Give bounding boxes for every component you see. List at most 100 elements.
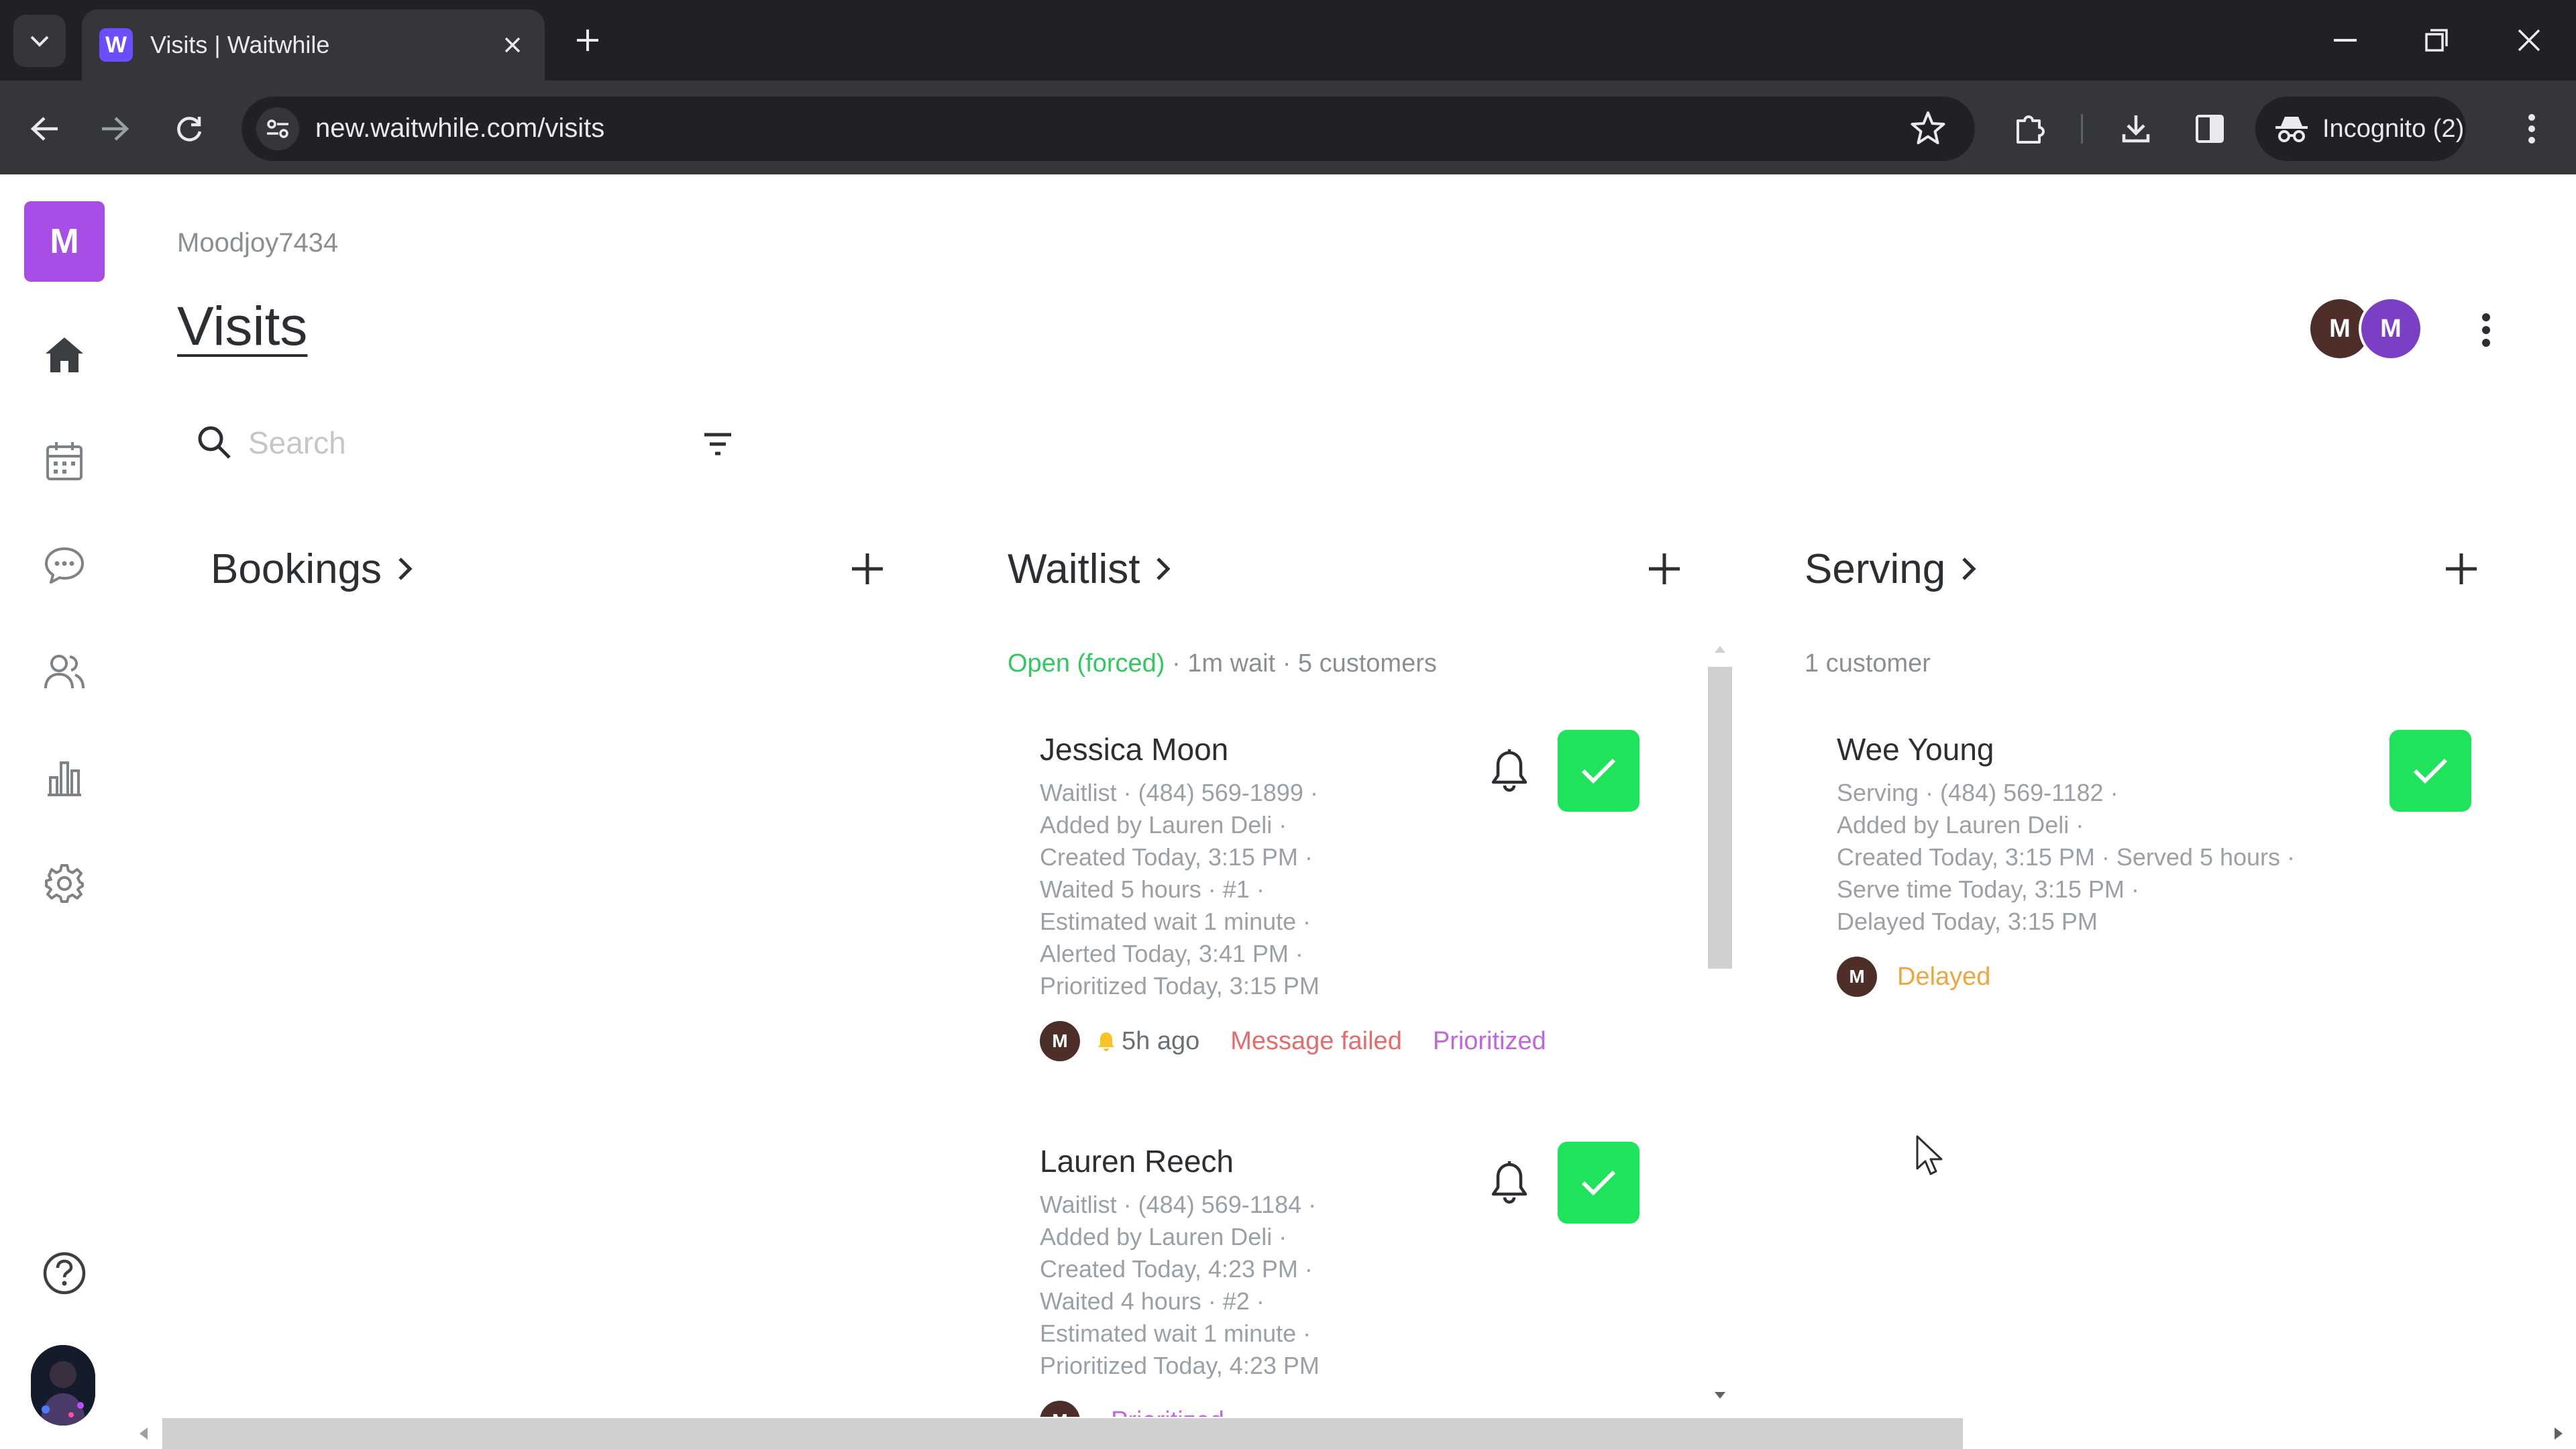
page-more-button[interactable] — [2466, 303, 2506, 357]
visit-meta-row: M 5h ago Message failed Prioritized — [1040, 1021, 1546, 1061]
staff-avatars[interactable]: M M — [2308, 297, 2428, 361]
sidebar-item-calendar[interactable] — [38, 434, 91, 488]
scroll-up-icon[interactable] — [1713, 645, 1727, 654]
visit-meta-row: M Delayed — [1837, 957, 2295, 997]
waitlist-status[interactable]: Open (forced) — [1008, 649, 1165, 678]
side-panel-button[interactable] — [2188, 107, 2231, 150]
org-avatar-button[interactable]: M — [24, 201, 105, 282]
waitlist-column-header[interactable]: Waitlist — [1008, 537, 1172, 601]
tab-close-button[interactable] — [498, 30, 527, 60]
user-profile-avatar[interactable] — [31, 1345, 95, 1426]
search-input[interactable] — [247, 416, 649, 470]
scroll-left-icon[interactable] — [138, 1426, 149, 1441]
add-to-waitlist-button[interactable] — [1640, 545, 1688, 593]
extensions-button[interactable] — [2008, 107, 2051, 150]
incognito-label: Incognito (2) — [2322, 114, 2465, 143]
profile-picture-icon — [31, 1345, 95, 1426]
bell-icon — [1491, 749, 1527, 792]
sidebar-item-messages[interactable] — [38, 539, 91, 592]
prioritized-tag: Prioritized — [1111, 1407, 1224, 1417]
visit-detail: Prioritized Today, 3:15 PM — [1040, 972, 1320, 1000]
incognito-icon — [2275, 117, 2308, 142]
downloads-button[interactable] — [2114, 107, 2157, 150]
help-icon — [43, 1252, 86, 1295]
search-bar — [188, 416, 738, 470]
bookings-title: Bookings — [211, 545, 382, 592]
visit-detail: Waited 5 hours · #1 · — [1040, 875, 1265, 903]
chevron-right-icon — [1157, 557, 1171, 580]
restore-icon — [2425, 29, 2448, 52]
close-icon — [504, 37, 521, 53]
delayed-tag: Delayed — [1897, 962, 1991, 991]
waitlist-stats: · 1m wait · 5 customers — [1165, 649, 1437, 678]
alert-customer-button[interactable] — [1483, 1156, 1536, 1210]
download-icon — [2122, 115, 2150, 143]
serving-column-header[interactable]: Serving — [1805, 537, 1978, 601]
mouse-cursor-icon — [1916, 1135, 1943, 1175]
site-info-button[interactable] — [256, 107, 299, 150]
sidebar-item-analytics[interactable] — [38, 751, 91, 805]
visit-detail: Delayed Today, 3:15 PM — [1837, 908, 2098, 935]
users-icon — [44, 655, 85, 689]
alert-customer-button[interactable] — [1483, 744, 1536, 798]
plus-icon — [2446, 553, 2477, 584]
side-panel-icon — [2196, 115, 2224, 143]
organization-name[interactable]: Moodjoy7434 — [177, 228, 338, 258]
close-window-button[interactable] — [2502, 13, 2556, 67]
add-booking-button[interactable] — [843, 545, 892, 593]
visit-card[interactable]: Wee Young Serving · (484) 569-1182 · Add… — [1837, 731, 2295, 997]
bookmark-star-button[interactable] — [1908, 109, 1948, 149]
bar-chart-icon — [48, 761, 81, 796]
serving-title: Serving — [1805, 545, 1946, 592]
back-button[interactable] — [23, 107, 66, 150]
complete-visit-button[interactable] — [2390, 730, 2471, 812]
visit-meta-row: M Prioritized — [1040, 1401, 1320, 1417]
prioritized-tag: Prioritized — [1432, 1026, 1546, 1055]
horizontal-scrollbar-thumb[interactable] — [162, 1418, 1963, 1449]
reload-button[interactable] — [168, 107, 211, 150]
scroll-right-icon[interactable] — [2553, 1426, 2564, 1441]
minimize-button[interactable] — [2318, 13, 2372, 67]
scroll-down-icon[interactable] — [1713, 1391, 1727, 1400]
visit-detail: Created Today, 3:15 PM · Served 5 hours … — [1837, 843, 2296, 871]
forward-button[interactable] — [94, 107, 137, 150]
visit-detail: Added by Lauren Deli · — [1837, 811, 2084, 839]
reload-icon — [177, 117, 202, 142]
filter-icon[interactable] — [698, 429, 738, 459]
last-alert: 5h ago — [1096, 1027, 1199, 1056]
tune-icon — [267, 119, 288, 138]
visit-card[interactable]: Jessica Moon Waitlist · (484) 569-1899 ·… — [1040, 731, 1546, 1061]
customer-name: Jessica Moon — [1040, 732, 1229, 767]
browser-menu-button[interactable] — [2510, 107, 2553, 150]
checkmark-icon — [1581, 1170, 1616, 1196]
visit-card[interactable]: Lauren Reech Waitlist · (484) 569-1184 ·… — [1040, 1143, 1320, 1417]
puzzle-icon — [2017, 115, 2045, 144]
incognito-indicator[interactable]: Incognito (2) — [2255, 97, 2466, 161]
sidebar-item-settings[interactable] — [38, 857, 91, 910]
visit-detail: Estimated wait 1 minute · — [1040, 1320, 1311, 1347]
staff-avatar: M — [1040, 1021, 1080, 1061]
visit-detail: Estimated wait 1 minute · — [1040, 908, 1311, 935]
help-button[interactable] — [38, 1246, 91, 1300]
address-bar[interactable]: new.waitwhile.com/visits — [241, 97, 1975, 161]
tab-search-button[interactable] — [13, 15, 66, 67]
left-sidebar: M — [0, 174, 130, 1449]
visit-detail: Serve time Today, 3:15 PM · — [1837, 875, 2139, 903]
close-icon — [2518, 29, 2540, 52]
sidebar-item-home[interactable] — [38, 328, 91, 382]
staff-avatar[interactable]: M — [2359, 297, 2423, 361]
search-icon — [198, 426, 231, 459]
add-serving-button[interactable] — [2437, 545, 2485, 593]
waitwhile-favicon-icon: W — [99, 28, 133, 62]
active-tab[interactable]: W Visits | Waitwhile — [82, 9, 545, 80]
restore-button[interactable] — [2410, 13, 2463, 67]
sidebar-item-customers[interactable] — [38, 645, 91, 699]
plus-icon — [577, 30, 598, 51]
serve-customer-button[interactable] — [1558, 1142, 1640, 1224]
checkmark-icon — [1581, 758, 1616, 784]
bookings-column-header[interactable]: Bookings — [211, 537, 414, 601]
new-tab-button[interactable] — [568, 20, 608, 60]
toolbar-divider — [2081, 114, 2083, 144]
serve-customer-button[interactable] — [1558, 730, 1640, 812]
waitlist-scrollbar-thumb[interactable] — [1708, 667, 1732, 969]
